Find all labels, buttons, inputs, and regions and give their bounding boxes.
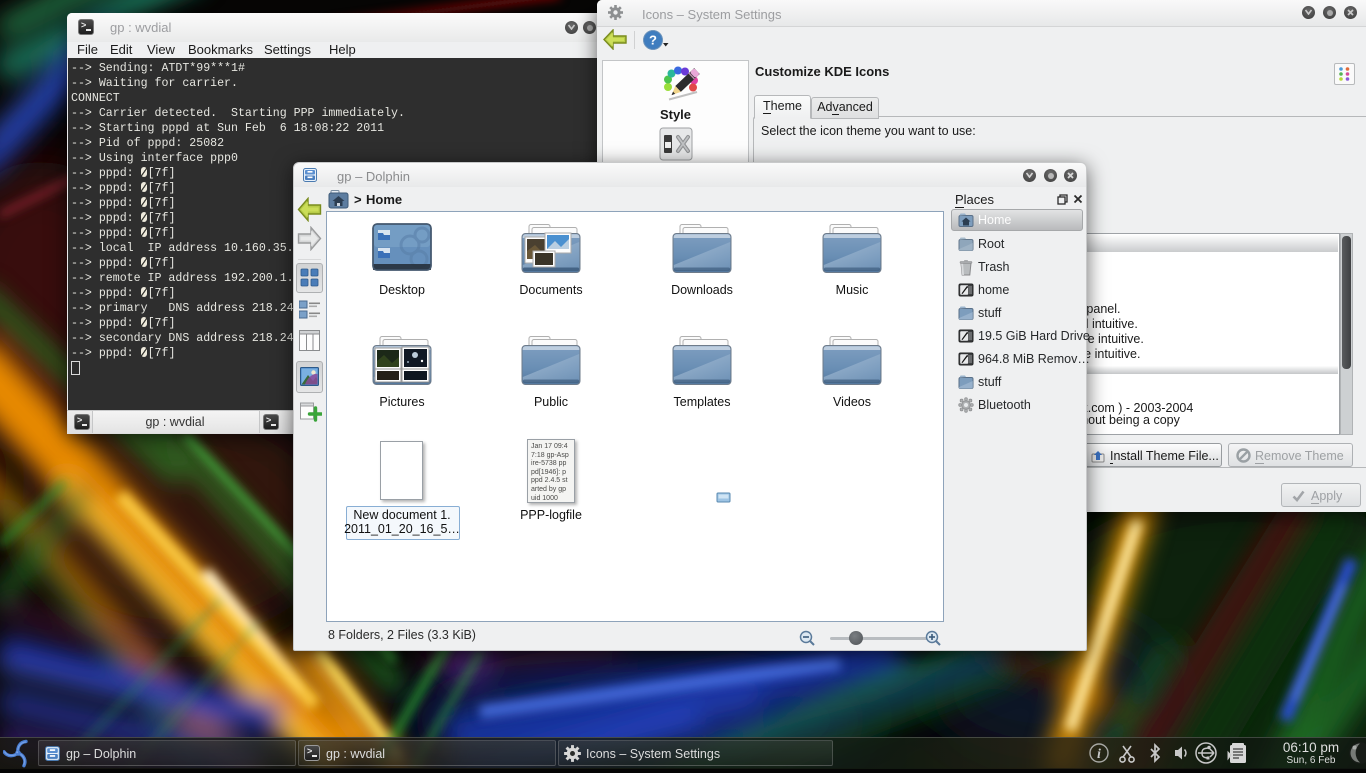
svg-text:?: ?	[649, 33, 657, 48]
svg-text:i: i	[1097, 747, 1101, 762]
